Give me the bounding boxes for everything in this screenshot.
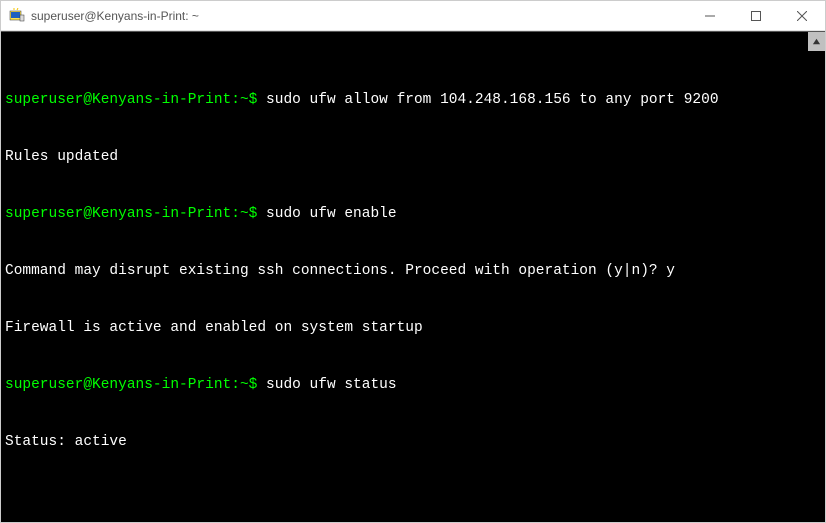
prompt: superuser@Kenyans-in-Print:~$	[5, 92, 266, 108]
terminal-line: superuser@Kenyans-in-Print:~$ sudo ufw e…	[5, 205, 821, 224]
terminal-line: Rules updated	[5, 148, 821, 167]
minimize-button[interactable]	[687, 1, 733, 30]
window-title: superuser@Kenyans-in-Print: ~	[31, 9, 687, 23]
window-controls	[687, 1, 825, 30]
terminal-line: Firewall is active and enabled on system…	[5, 319, 821, 338]
prompt: superuser@Kenyans-in-Print:~$	[5, 377, 266, 393]
command-text: sudo ufw status	[266, 377, 397, 393]
prompt: superuser@Kenyans-in-Print:~$	[5, 206, 266, 222]
command-text: sudo ufw allow from 104.248.168.156 to a…	[266, 92, 718, 108]
terminal-line: superuser@Kenyans-in-Print:~$ sudo ufw s…	[5, 376, 821, 395]
terminal-line: Status: active	[5, 433, 821, 452]
maximize-button[interactable]	[733, 1, 779, 30]
command-text: sudo ufw enable	[266, 206, 397, 222]
terminal-line: Command may disrupt existing ssh connect…	[5, 262, 821, 281]
terminal-window: superuser@Kenyans-in-Print: ~ superuser@…	[0, 0, 826, 523]
close-button[interactable]	[779, 1, 825, 30]
terminal-line: superuser@Kenyans-in-Print:~$ sudo ufw a…	[5, 91, 821, 110]
scroll-up-icon[interactable]	[808, 32, 825, 51]
terminal-body[interactable]: superuser@Kenyans-in-Print:~$ sudo ufw a…	[1, 31, 825, 522]
titlebar[interactable]: superuser@Kenyans-in-Print: ~	[1, 1, 825, 31]
putty-icon	[9, 8, 25, 24]
